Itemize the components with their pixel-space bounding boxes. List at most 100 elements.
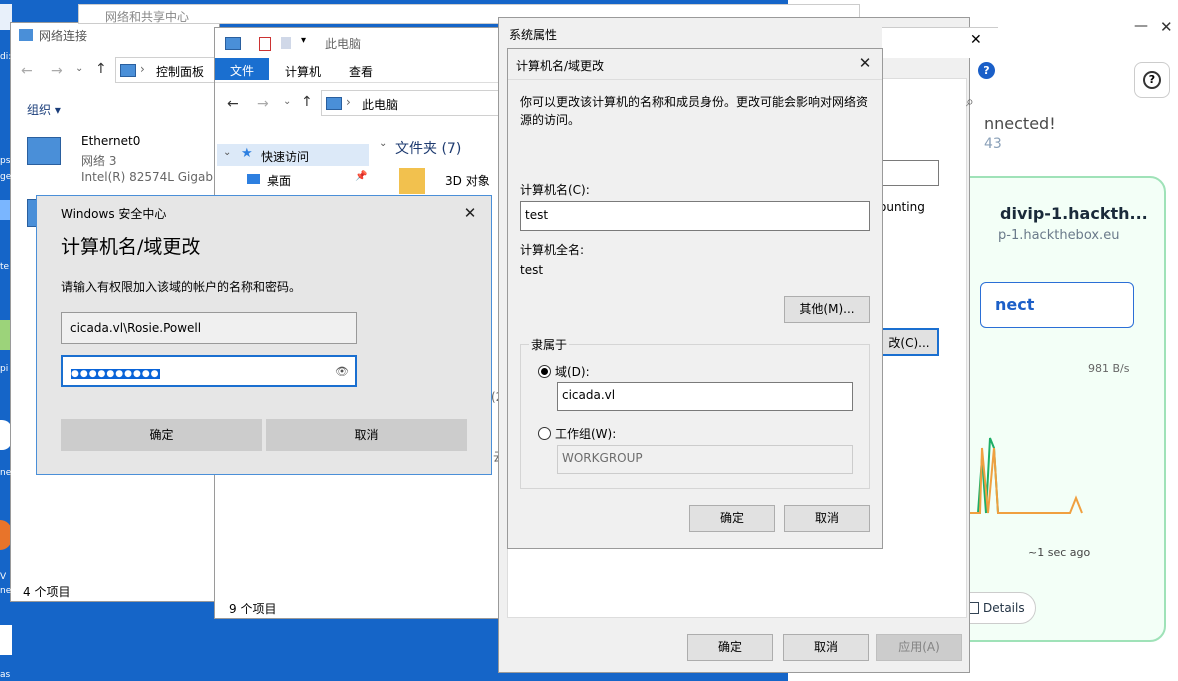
background-window-strip: ✕ [882, 27, 998, 58]
member-of-group: 隶属于 域(D): cicada.vl 工作组(W): WORKGROUP [520, 336, 870, 489]
vpn-connect-button[interactable]: nect [980, 282, 1134, 328]
control-panel-icon [120, 64, 136, 77]
vpn-connected-text: nnected! [984, 114, 1056, 133]
password-value: ●●●●●●●●●● [71, 369, 160, 379]
chevron-down-icon[interactable]: ⌄ [283, 96, 291, 107]
vpn-connect-label: nect [995, 295, 1035, 314]
workgroup-input: WORKGROUP [557, 445, 853, 474]
computer-name-change-dialog: 计算机名/域更改 ✕ 你可以更改该计算机的名称和成员身份。更改可能会影响对网络资… [507, 48, 883, 549]
nav-item-quick-access[interactable]: ⌄ ★ 快速访问 [217, 144, 369, 166]
vpn-ip-text: 43 [984, 136, 1002, 152]
vpn-server-name: divip-1.hackth... [1000, 204, 1148, 223]
title-divider [508, 79, 882, 80]
button-label: 其他(M)... [799, 302, 855, 316]
tab-label: 文件 [230, 64, 255, 78]
ok-button[interactable]: 确定 [689, 505, 775, 532]
close-button[interactable]: ✕ [459, 202, 481, 224]
ribbon-tab-computer[interactable]: 计算机 [285, 63, 321, 80]
ribbon-tab-file[interactable]: 文件 [215, 58, 269, 80]
organize-menu[interactable]: 组织 ▾ [27, 101, 61, 118]
chevron-down-icon[interactable]: ⌄ [379, 138, 387, 149]
vpn-rate: 981 B/s [1088, 362, 1130, 375]
vpn-time-ago: ~1 sec ago [1028, 546, 1091, 559]
chevron-down-icon[interactable]: ⌄ [75, 63, 83, 74]
username-value: cicada.vl\Rosie.Powell [70, 321, 202, 335]
button-label: 确定 [719, 511, 744, 525]
back-arrow-icon[interactable]: ← [21, 63, 33, 79]
adapter-item[interactable]: Ethernet0 网络 3 Intel(R) 82574L Gigabit [21, 131, 221, 187]
help-button[interactable]: ? [1134, 62, 1170, 98]
forward-arrow-icon[interactable]: → [257, 96, 269, 112]
apply-button[interactable]: 应用(A) [876, 634, 962, 661]
search-icon[interactable]: ⌕ [966, 94, 978, 110]
dropdown-icon[interactable]: ▾ [301, 35, 306, 46]
nav-label: 快速访问 [261, 150, 310, 164]
vpn-server-card: divip-1.hackth... p-1.hackthebox.eu nect… [938, 176, 1166, 642]
close-button[interactable]: ✕ [970, 32, 982, 48]
folder-icon [399, 168, 425, 194]
address-chevron: › [346, 95, 351, 109]
dialog-description: 你可以更改该计算机的名称和成员身份。更改可能会影响对网络资源的访问。 [520, 95, 869, 127]
desktop-icon-label: ps [0, 156, 11, 166]
address-bar[interactable]: › 控制面板 [115, 57, 225, 83]
new-folder-icon[interactable] [281, 37, 291, 49]
pin-icon: 📌 [355, 171, 368, 182]
up-arrow-icon[interactable]: ↑ [95, 61, 107, 77]
address-text: 此电脑 [362, 98, 399, 112]
desktop-icon-label: ne [0, 468, 12, 478]
full-name-value: test [520, 263, 544, 277]
back-arrow-icon[interactable]: ← [227, 96, 239, 112]
properties-icon[interactable] [259, 37, 271, 51]
folders-header: 文件夹 (7) [395, 141, 462, 157]
cancel-button[interactable]: 取消 [266, 419, 467, 451]
username-input[interactable]: cicada.vl\Rosie.Powell [61, 312, 357, 344]
workgroup-value: WORKGROUP [562, 451, 643, 465]
reveal-password-icon[interactable]: 👁 [335, 357, 349, 385]
cancel-button[interactable]: 取消 [783, 634, 869, 661]
window-title: 系统属性 [509, 28, 558, 42]
nav-item-desktop[interactable]: 桌面 📌 [217, 168, 369, 190]
adapter-description: Intel(R) 82574L Gigabit [81, 170, 222, 184]
up-arrow-icon[interactable]: ↑ [301, 94, 313, 110]
desktop-icon-label: ne [0, 586, 12, 596]
group-label: 隶属于 [529, 336, 570, 353]
address-chevron: › [140, 62, 145, 76]
domain-input[interactable]: cicada.vl [557, 382, 853, 411]
close-button[interactable]: ✕ [854, 52, 876, 74]
change-button[interactable]: 改(C)... [879, 328, 939, 356]
vpn-minimize-button[interactable]: — [1134, 18, 1148, 34]
folder-3d-objects[interactable]: 3D 对象 [399, 166, 499, 198]
forward-arrow-icon[interactable]: → [51, 63, 63, 79]
cancel-button[interactable]: 取消 [784, 505, 870, 532]
workgroup-label: 工作组(W): [555, 427, 617, 441]
vpn-close-button[interactable]: ✕ [1160, 18, 1173, 36]
ok-button[interactable]: 确定 [687, 634, 773, 661]
windows-security-dialog: Windows 安全中心 ✕ 计算机名/域更改 请输入有权限加入该域的帐户的名称… [36, 195, 492, 475]
adapter-name: Ethernet0 [81, 134, 141, 148]
password-input[interactable]: ●●●●●●●●●● 👁 [61, 355, 357, 387]
window-title: 网络连接 [39, 29, 88, 43]
ethernet-icon [27, 137, 61, 165]
vpn-details-label: Details [983, 601, 1025, 615]
domain-value: cicada.vl [562, 388, 616, 402]
domain-radio[interactable] [538, 365, 551, 378]
help-icon[interactable]: ? [978, 62, 995, 79]
address-bar[interactable]: › 此电脑 [321, 90, 505, 116]
full-name-label: 计算机全名: [520, 243, 585, 257]
desktop-icon-label: V [0, 572, 7, 582]
button-label: 确定 [717, 640, 742, 654]
desktop-icon-label: te [0, 262, 10, 272]
dialog-title: 计算机名/域更改 [516, 59, 605, 73]
button-label: 取消 [354, 428, 379, 442]
workgroup-radio[interactable] [538, 427, 551, 440]
description-field[interactable] [881, 160, 939, 186]
computer-name-input[interactable]: test [520, 201, 870, 231]
desktop-icon-label: di: [0, 52, 12, 62]
ok-button[interactable]: 确定 [61, 419, 262, 451]
quick-access-toolbar: ▾ [225, 35, 315, 51]
desktop-icon [247, 174, 260, 184]
ribbon-tab-view[interactable]: 查看 [349, 63, 373, 80]
window-title: 此电脑 [325, 37, 362, 51]
dialog-title: Windows 安全中心 [61, 207, 167, 221]
more-button[interactable]: 其他(M)... [784, 296, 870, 323]
